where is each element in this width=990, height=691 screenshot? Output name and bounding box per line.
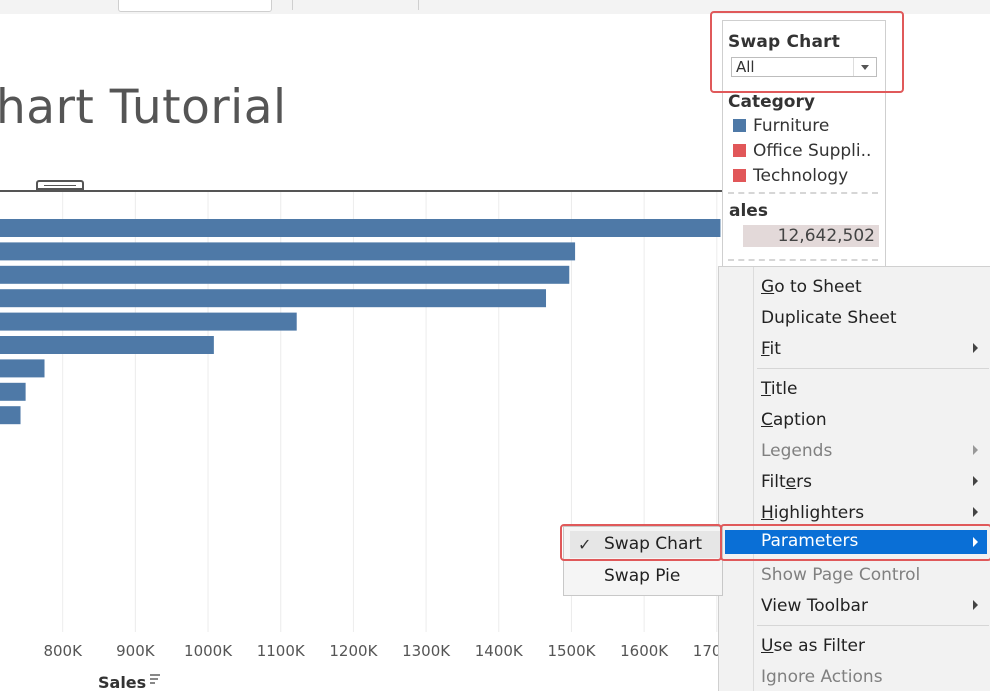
legend-swatch	[733, 144, 746, 157]
menu-item-highlighters[interactable]: Highlighters	[761, 503, 864, 523]
legend-item-technology[interactable]: Technology	[733, 166, 848, 186]
submenu-item-swap-pie[interactable]: Swap Pie	[604, 566, 680, 586]
chevron-right-icon	[973, 476, 978, 486]
menu-item-fit[interactable]: Fit	[761, 339, 781, 359]
bar[interactable]	[0, 359, 45, 378]
menu-item-title[interactable]: Title	[761, 379, 797, 399]
legend-label: Office Suppli..	[753, 141, 872, 161]
sales-bar-chart[interactable]: K800K900K1000K1100K1200K1300K1400K1500K1…	[0, 192, 722, 690]
x-tick-label: 1400K	[475, 642, 524, 660]
x-tick-label: 1100K	[257, 642, 306, 660]
x-tick-label: 1600K	[620, 642, 669, 660]
menu-item-filters[interactable]: Filters	[761, 472, 812, 492]
bar[interactable]	[0, 312, 297, 331]
toolbar-separator	[418, 0, 419, 10]
highlight-box-swap-chart	[560, 524, 722, 561]
x-tick-label: 1300K	[402, 642, 451, 660]
x-axis-label: Sales	[98, 673, 146, 690]
bar[interactable]	[0, 336, 214, 354]
legend-item-furniture[interactable]: Furniture	[733, 116, 829, 136]
bar[interactable]	[0, 265, 570, 284]
menu-separator	[757, 625, 989, 626]
menu-item-caption[interactable]: Caption	[761, 410, 827, 430]
panel-divider	[728, 192, 878, 194]
sales-card-title: ales	[729, 201, 768, 221]
menu-item-use-as-filter[interactable]: Use as Filter	[761, 636, 865, 656]
menu-item-legends[interactable]: Legends	[761, 441, 832, 461]
menu-gutter	[753, 267, 754, 691]
legend-swatch	[733, 169, 746, 182]
panel-divider	[728, 259, 878, 261]
sales-card: 12,642,502	[743, 225, 879, 247]
highlight-box-parameter	[710, 11, 904, 93]
x-axis-ticks: K800K900K1000K1100K1200K1300K1400K1500K1…	[43, 642, 722, 660]
x-tick-label: 1000K	[184, 642, 233, 660]
menu-item-view-toolbar[interactable]: View Toolbar	[761, 596, 868, 616]
sort-icon[interactable]	[150, 674, 160, 684]
sheet-tab[interactable]	[118, 0, 272, 12]
menu-item-duplicate-sheet[interactable]: Duplicate Sheet	[761, 308, 897, 328]
menu-item-ignore-actions[interactable]: Ignore Actions	[761, 667, 883, 687]
highlight-box-parameters	[720, 524, 990, 561]
menu-item-show-page-control[interactable]: Show Page Control	[761, 565, 920, 585]
chart-bars	[0, 219, 721, 425]
chevron-right-icon	[973, 507, 978, 517]
bar[interactable]	[0, 406, 21, 425]
container-grip-handle[interactable]	[36, 180, 84, 190]
x-tick-label: 1200K	[329, 642, 378, 660]
toolbar-separator	[292, 0, 293, 10]
bar[interactable]	[0, 242, 576, 261]
legend-label: Furniture	[753, 116, 830, 136]
x-tick-label: 1500K	[547, 642, 596, 660]
bar[interactable]	[0, 219, 721, 237]
x-tick-label: 900K	[116, 642, 156, 660]
x-tick-label: 800K	[43, 642, 83, 660]
chevron-right-icon	[973, 445, 978, 455]
legend-label: Technology	[753, 166, 849, 186]
legend-swatch	[733, 119, 746, 132]
dashboard-title: hart Tutorial	[0, 80, 287, 135]
chevron-right-icon	[973, 343, 978, 353]
context-menu: Go to Sheet Duplicate Sheet Fit Title Ca…	[718, 266, 990, 691]
legend-item-office-supplies[interactable]: Office Suppli..	[733, 141, 871, 161]
sales-total-value: 12,642,502	[777, 226, 875, 246]
menu-item-go-to-sheet[interactable]: Go to Sheet	[761, 277, 862, 297]
menu-separator	[757, 368, 989, 369]
bar[interactable]	[0, 382, 26, 401]
bar[interactable]	[0, 289, 547, 308]
chevron-right-icon	[973, 600, 978, 610]
legend-title: Category	[728, 92, 815, 112]
